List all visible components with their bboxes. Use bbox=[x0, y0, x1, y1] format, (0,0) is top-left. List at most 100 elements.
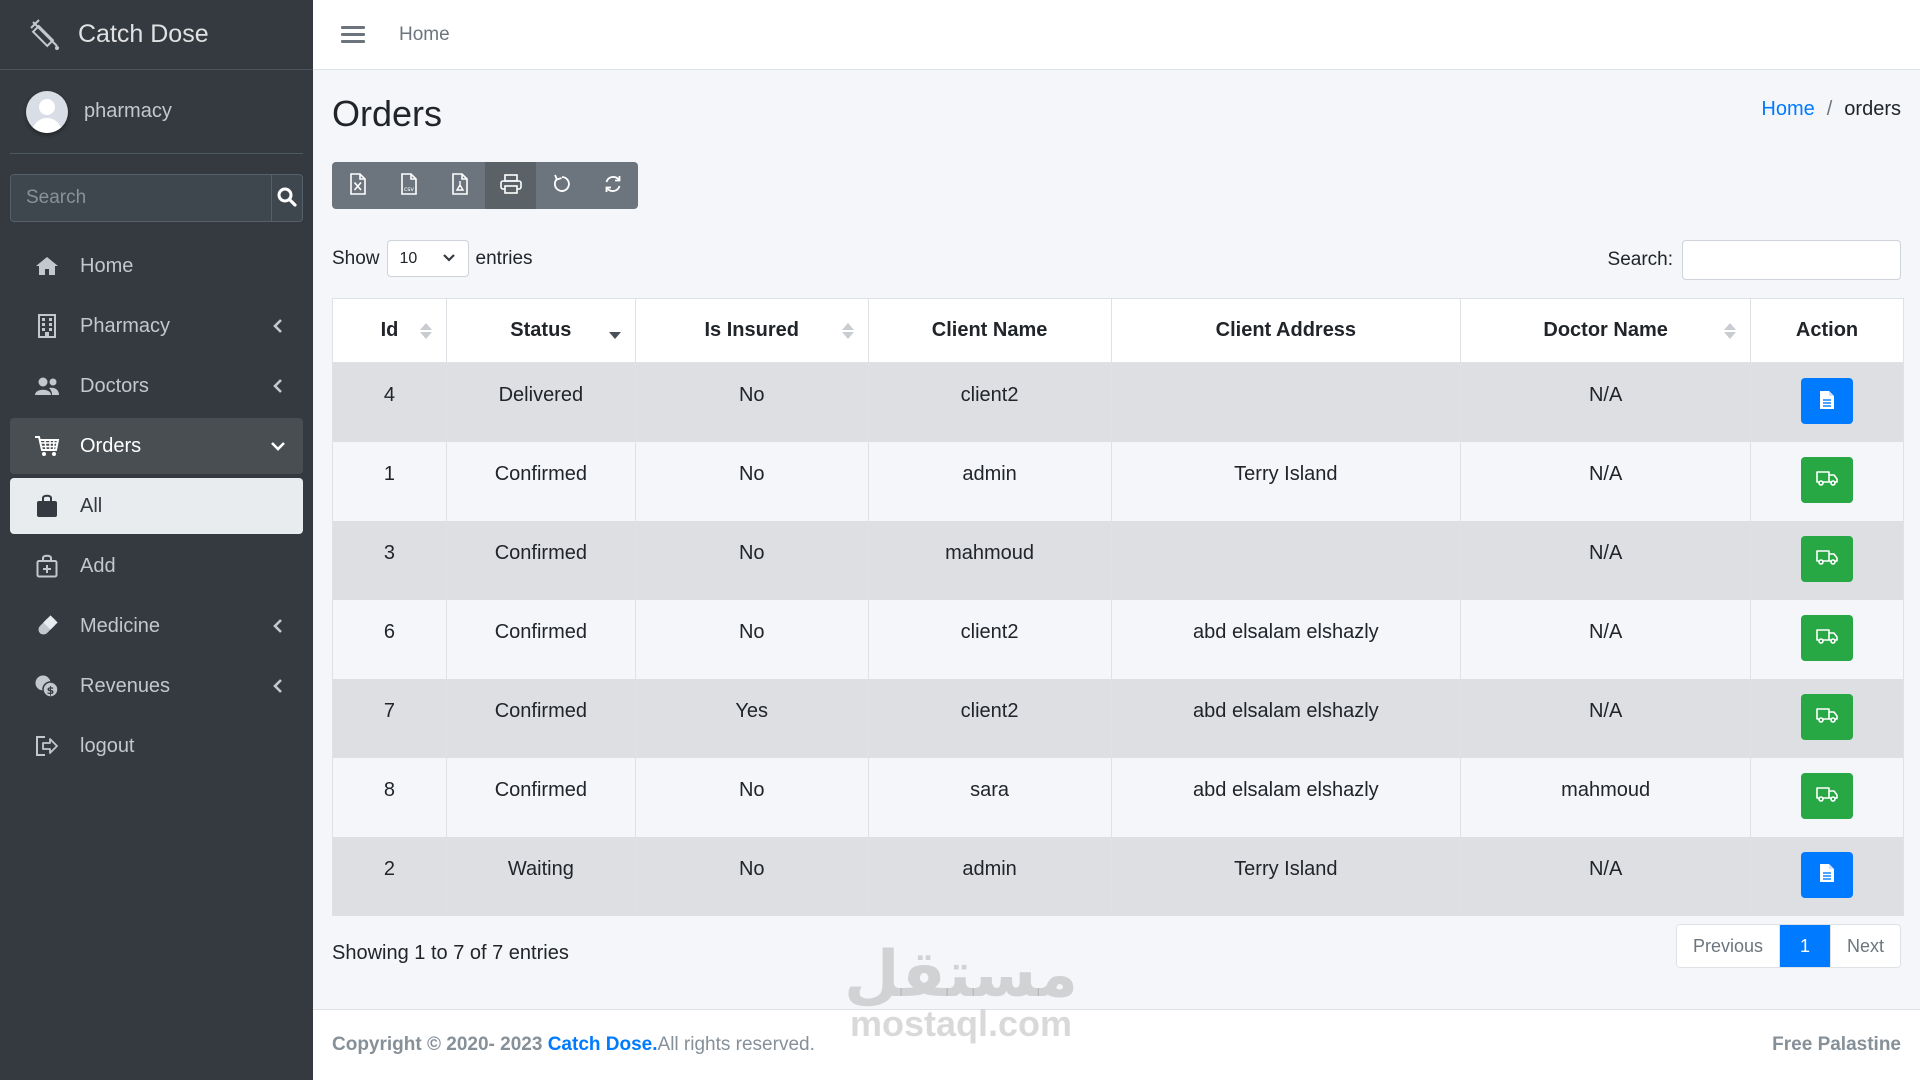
column-header-id[interactable]: Id bbox=[332, 298, 447, 363]
cell-action bbox=[1750, 362, 1904, 442]
sidebar-item-medicine[interactable]: Medicine bbox=[10, 598, 303, 654]
avatar bbox=[26, 90, 68, 133]
sidebar-item-label: Pharmacy bbox=[80, 314, 171, 337]
footer-copyright: Copyright © 2020- 2023 bbox=[332, 1034, 543, 1055]
cell-id: 3 bbox=[332, 520, 447, 600]
truck-icon bbox=[1816, 549, 1838, 568]
cell-is-insured: No bbox=[634, 520, 869, 600]
column-header-client-address[interactable]: Client Address bbox=[1110, 298, 1462, 363]
cell-is-insured: No bbox=[634, 599, 869, 679]
cart-icon bbox=[34, 433, 60, 459]
sidebar-item-home[interactable]: Home bbox=[10, 238, 303, 294]
sidebar-search bbox=[10, 174, 303, 222]
refresh-icon bbox=[603, 174, 623, 197]
export-pdf-button[interactable] bbox=[434, 162, 485, 209]
cell-status: Confirmed bbox=[445, 441, 636, 521]
cell-client-name: client2 bbox=[867, 362, 1112, 442]
sidebar-item-label: Add bbox=[80, 554, 116, 577]
sidebar-item-label: Orders bbox=[80, 434, 142, 457]
table-search-input[interactable] bbox=[1682, 240, 1901, 280]
deliver-order-button[interactable] bbox=[1801, 614, 1854, 661]
deliver-order-button[interactable] bbox=[1801, 535, 1854, 582]
bag-icon bbox=[34, 493, 60, 519]
entries-label: entries bbox=[475, 247, 533, 269]
file-pdf-icon bbox=[451, 173, 469, 198]
footer: Copyright © 2020- 2023 Catch Dose. All r… bbox=[313, 1009, 1920, 1080]
deliver-order-button[interactable] bbox=[1801, 456, 1854, 503]
reload-button[interactable] bbox=[587, 162, 638, 209]
pagination-previous[interactable]: Previous bbox=[1676, 925, 1780, 967]
chevron-left-icon bbox=[271, 619, 285, 633]
table-row: 7 Confirmed Yes client2 abd elsalam elsh… bbox=[332, 678, 1904, 758]
deliver-order-button[interactable] bbox=[1801, 772, 1854, 819]
cell-client-name: admin bbox=[867, 836, 1112, 916]
footer-brand-link[interactable]: Catch Dose. bbox=[548, 1034, 658, 1056]
sidebar-item-pharmacy[interactable]: Pharmacy bbox=[10, 298, 303, 354]
cell-action bbox=[1750, 757, 1904, 837]
user-panel[interactable]: pharmacy bbox=[10, 70, 303, 154]
entries-select[interactable]: 10 bbox=[386, 240, 469, 277]
view-order-button[interactable] bbox=[1801, 378, 1854, 424]
truck-icon bbox=[1816, 470, 1838, 489]
cell-client-name: client2 bbox=[867, 599, 1112, 679]
home-icon bbox=[34, 253, 60, 279]
cell-client-address: Terry Island bbox=[1110, 836, 1462, 916]
pagination-page-1[interactable]: 1 bbox=[1779, 925, 1830, 967]
reset-button[interactable] bbox=[536, 162, 587, 209]
table-row: 8 Confirmed No sara abd elsalam elshazly… bbox=[332, 757, 1904, 837]
export-csv-button[interactable]: csv bbox=[383, 162, 434, 209]
deliver-order-button[interactable] bbox=[1801, 693, 1854, 740]
sidebar-item-label: Medicine bbox=[80, 614, 161, 637]
column-header-doctor-name[interactable]: Doctor Name bbox=[1460, 298, 1752, 363]
user-name: pharmacy bbox=[84, 100, 172, 122]
breadcrumb: Home / orders bbox=[1761, 98, 1901, 121]
export-toolbar: csv bbox=[332, 162, 638, 209]
sidebar-item-orders[interactable]: Orders bbox=[10, 418, 303, 474]
column-header-action: Action bbox=[1750, 298, 1904, 363]
column-header-label: Status bbox=[510, 319, 572, 341]
cell-status: Delivered bbox=[445, 362, 636, 442]
cell-is-insured: No bbox=[634, 757, 869, 837]
users-icon bbox=[34, 373, 60, 399]
sidebar-item-logout[interactable]: logout bbox=[10, 718, 303, 774]
sidebar-item-orders-add[interactable]: Add bbox=[10, 538, 303, 594]
entries-select-value: 10 bbox=[399, 249, 418, 267]
menu-toggle-icon[interactable] bbox=[341, 26, 365, 43]
table-row: 2 Waiting No admin Terry Island N/A bbox=[332, 836, 1904, 916]
search-icon bbox=[277, 187, 297, 210]
print-button[interactable] bbox=[485, 162, 536, 209]
export-excel-button[interactable] bbox=[332, 162, 383, 209]
table-info: Showing 1 to 7 of 7 entries bbox=[332, 942, 569, 964]
sidebar-item-revenues[interactable]: $ Revenues bbox=[10, 658, 303, 714]
pagination-next[interactable]: Next bbox=[1829, 925, 1900, 967]
sidebar-item-label: All bbox=[80, 494, 103, 517]
cell-client-address bbox=[1110, 520, 1462, 600]
column-header-status[interactable]: Status bbox=[445, 298, 636, 363]
coins-icon: $ bbox=[34, 673, 60, 699]
column-header-label: Action bbox=[1795, 319, 1859, 341]
sidebar-item-orders-all[interactable]: All bbox=[10, 478, 303, 534]
file-excel-icon bbox=[349, 173, 367, 198]
brand-link[interactable]: Catch Dose bbox=[0, 0, 313, 70]
breadcrumb-home-link[interactable]: Home bbox=[1761, 98, 1814, 121]
pill-icon bbox=[34, 613, 60, 639]
cell-action bbox=[1750, 836, 1904, 916]
cell-client-address: abd elsalam elshazly bbox=[1110, 678, 1462, 758]
brand-name: Catch Dose bbox=[78, 20, 209, 48]
view-order-button[interactable] bbox=[1801, 851, 1854, 898]
sidebar-search-input[interactable] bbox=[11, 175, 271, 221]
cell-doctor-name: N/A bbox=[1460, 836, 1752, 916]
cell-client-address: Terry Island bbox=[1110, 441, 1462, 521]
column-header-client-name[interactable]: Client Name bbox=[867, 298, 1112, 363]
truck-icon bbox=[1816, 786, 1838, 805]
top-nav-home-link[interactable]: Home bbox=[399, 24, 450, 46]
cell-status: Confirmed bbox=[445, 599, 636, 679]
table-search: Search: bbox=[1608, 240, 1901, 280]
sidebar-item-doctors[interactable]: Doctors bbox=[10, 358, 303, 414]
cell-action bbox=[1750, 441, 1904, 521]
cell-status: Confirmed bbox=[445, 757, 636, 837]
column-header-is-insured[interactable]: Is Insured bbox=[634, 298, 869, 363]
truck-icon bbox=[1816, 628, 1838, 647]
sidebar-search-button[interactable] bbox=[271, 175, 302, 221]
syringe-logo-icon bbox=[26, 15, 66, 55]
